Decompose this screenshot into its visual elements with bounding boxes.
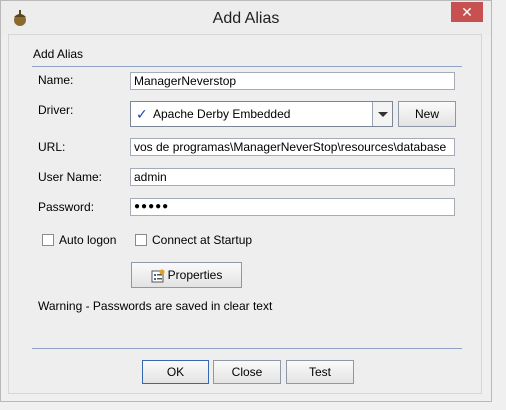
url-label: URL: [38,140,66,154]
driver-label: Driver: [38,103,74,117]
close-button[interactable]: Close [213,360,281,384]
password-field[interactable]: ●●●●● [130,198,455,216]
connect-at-startup-label[interactable]: Connect at Startup [152,233,252,247]
properties-button-label: Properties [167,268,223,282]
username-field[interactable]: admin [130,168,455,186]
name-field[interactable]: ManagerNeverstop [130,72,455,90]
properties-button[interactable]: Properties [131,262,242,288]
ok-button[interactable]: OK [142,360,209,384]
chevron-down-icon[interactable] [372,102,392,126]
window-title: Add Alias [212,10,280,27]
url-field[interactable]: vos de programas\ManagerNeverStop\resour… [130,138,455,156]
connect-at-startup-checkbox[interactable] [135,234,147,246]
window-close-button[interactable]: ✕ [451,2,483,22]
checkmark-icon: ✓ [136,106,148,122]
password-label: Password: [38,200,95,214]
password-warning: Warning - Passwords are saved in clear t… [38,299,273,313]
title-bar[interactable]: Add Alias ✕ [1,1,491,35]
driver-selected-value: Apache Derby Embedded [153,107,291,121]
test-button[interactable]: Test [286,360,354,384]
auto-logon-label[interactable]: Auto logon [59,233,116,247]
properties-icon [151,269,165,283]
name-label: Name: [38,73,74,87]
section-title: Add Alias [33,47,84,61]
auto-logon-checkbox[interactable] [42,234,54,246]
new-driver-button[interactable]: New [398,101,456,127]
section-divider [32,66,462,67]
footer-divider [32,348,462,349]
username-label: User Name: [38,170,103,184]
driver-select[interactable]: ✓ Apache Derby Embedded [130,101,393,127]
